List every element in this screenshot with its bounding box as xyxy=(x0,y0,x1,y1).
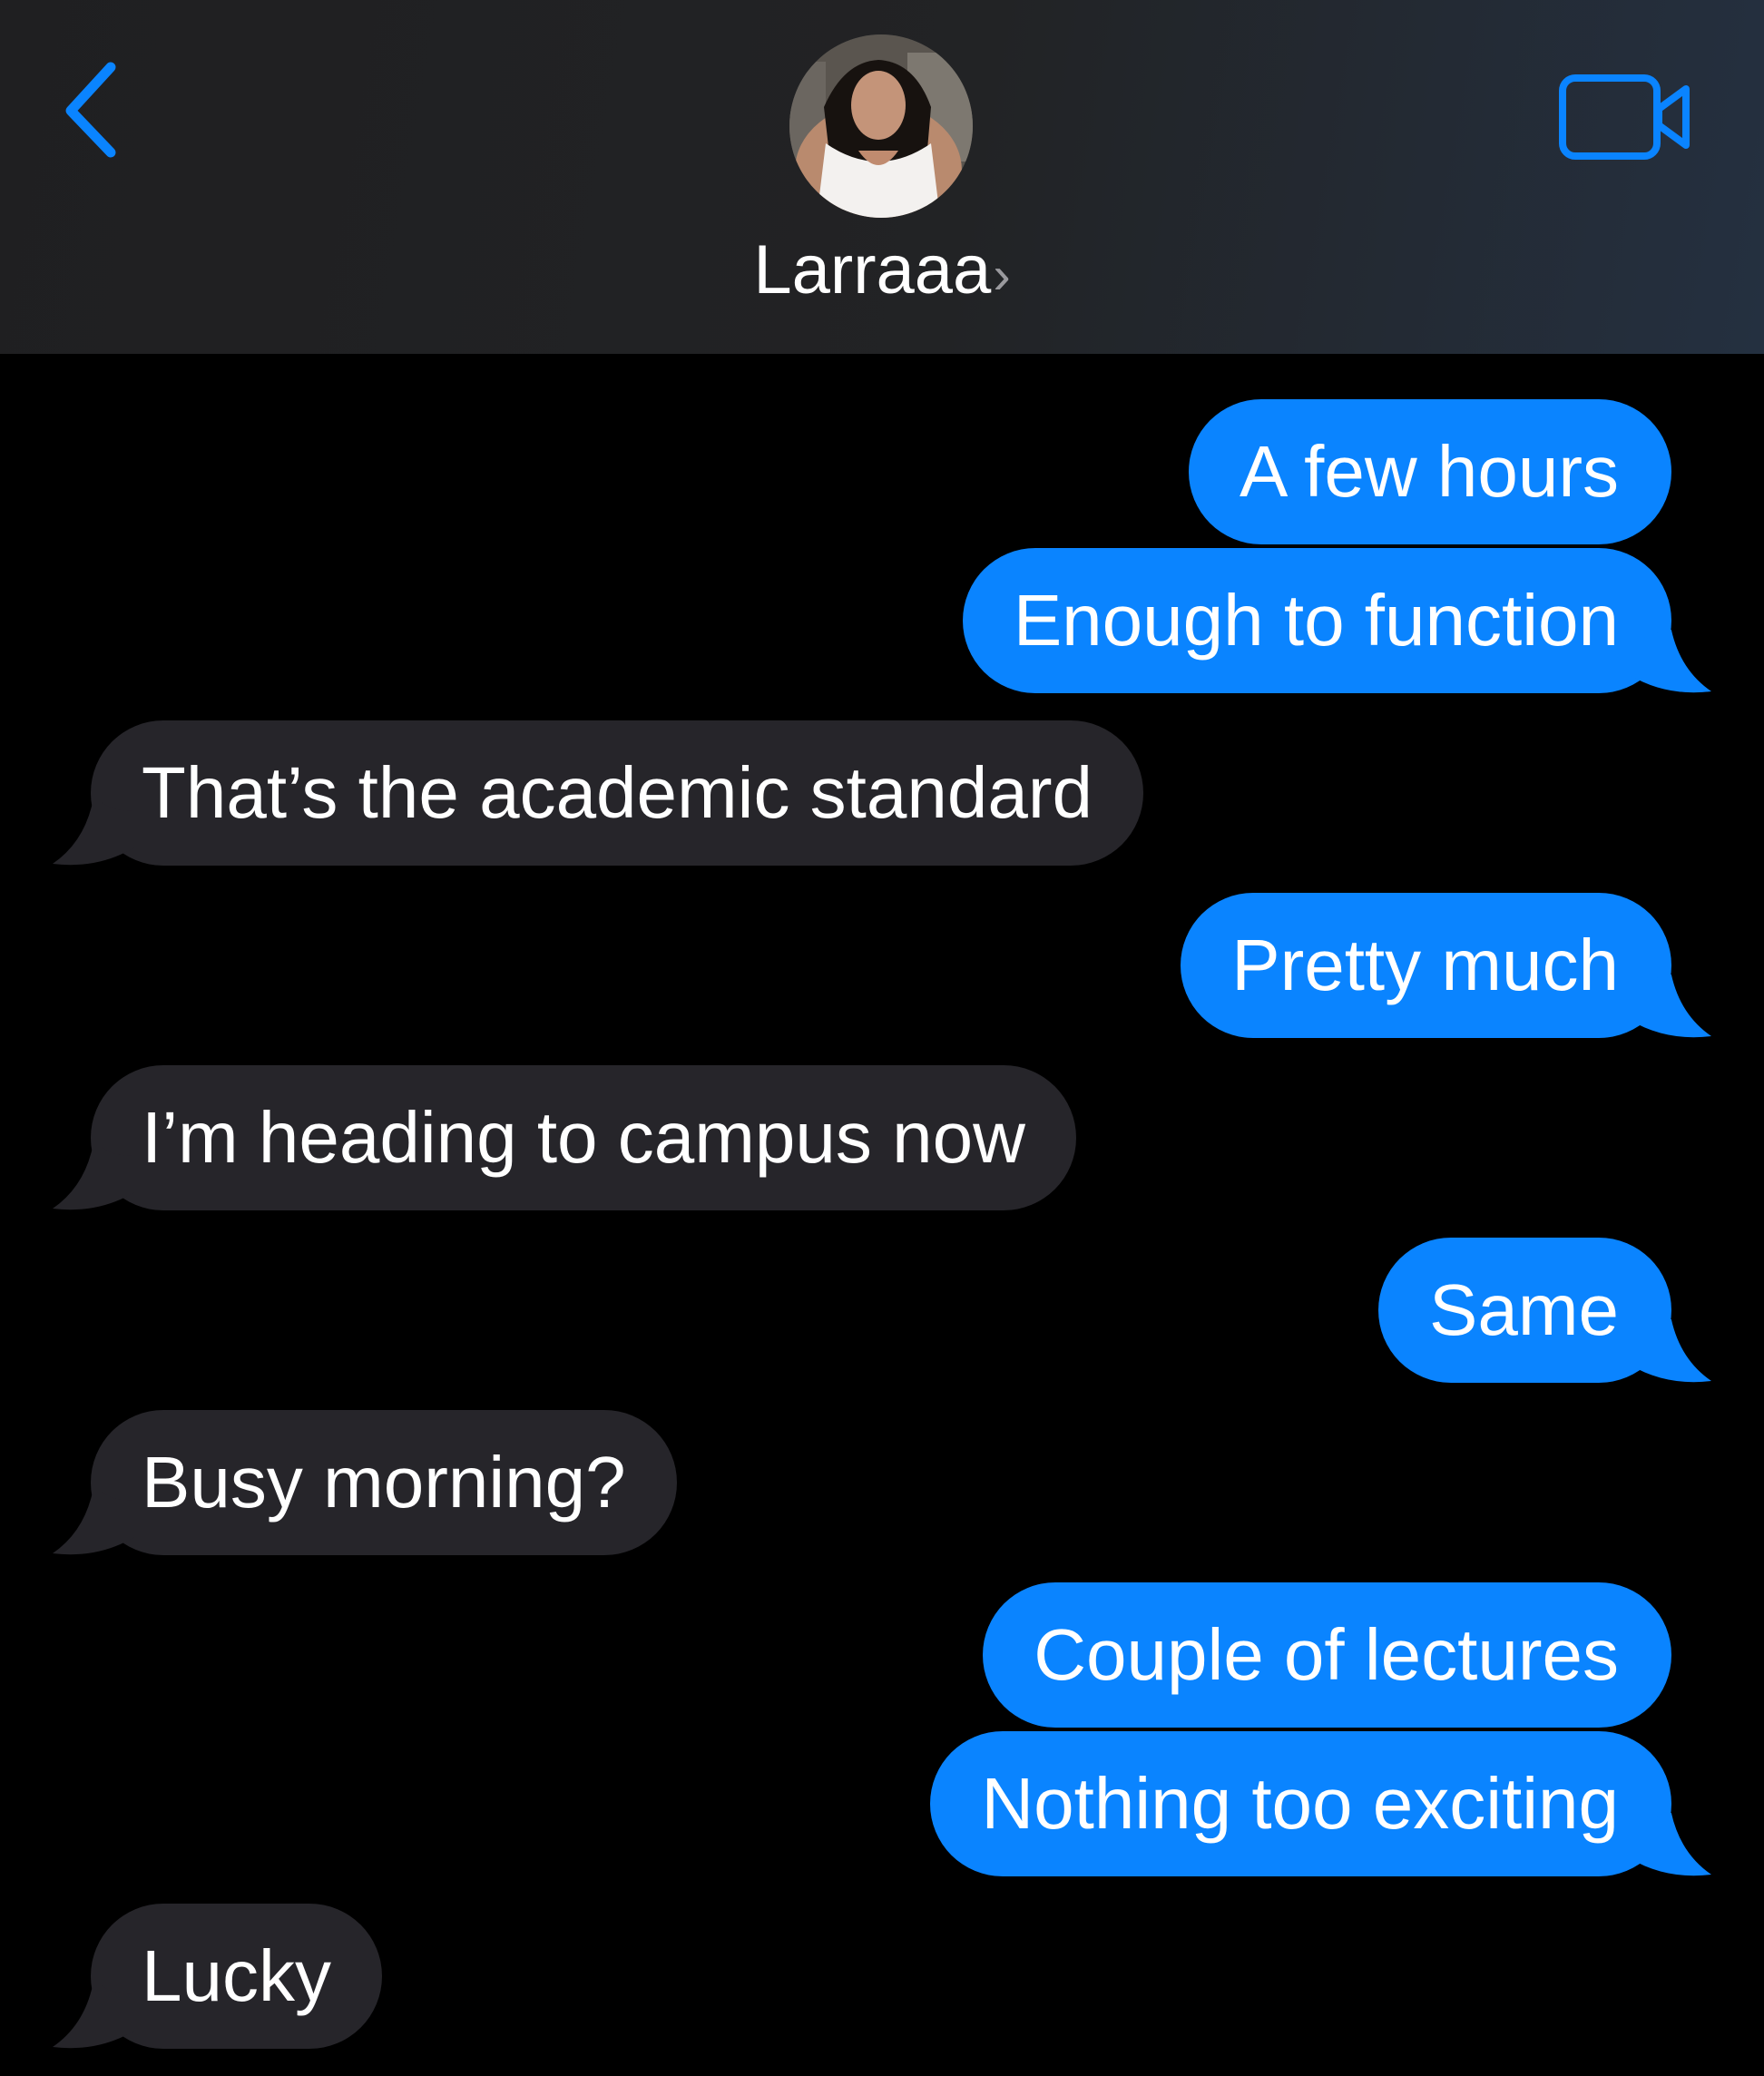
chevron-left-icon xyxy=(65,62,116,158)
message-text: Busy morning? xyxy=(142,1442,626,1523)
contact-name-text: Larraaa xyxy=(753,231,992,308)
message-bubble-received[interactable]: I’m heading to campus now xyxy=(91,1065,1076,1210)
facetime-video-button[interactable] xyxy=(1559,73,1695,163)
bubble-tail xyxy=(53,1147,134,1210)
message-bubble-sent[interactable]: Same xyxy=(1378,1238,1671,1383)
bubble-tail xyxy=(1630,974,1711,1038)
bubble-tail xyxy=(53,802,134,866)
message-bubble-sent[interactable]: Pretty much xyxy=(1181,893,1671,1038)
message-text: Pretty much xyxy=(1231,925,1619,1005)
message-thread[interactable]: A few hours Enough to function That’s th… xyxy=(0,354,1764,2076)
bubble-tail xyxy=(53,1985,134,2049)
message-text: Couple of lectures xyxy=(1034,1614,1619,1695)
message-bubble-received[interactable]: Lucky xyxy=(91,1904,382,2049)
message-bubble-sent[interactable]: A few hours xyxy=(1188,399,1671,544)
avatar-image xyxy=(789,34,973,218)
message-bubble-sent[interactable]: Enough to function xyxy=(962,548,1671,693)
message-text: Enough to function xyxy=(1013,580,1619,661)
message-text: A few hours xyxy=(1239,431,1619,512)
bubble-tail xyxy=(1630,630,1711,693)
message-bubble-sent[interactable]: Couple of lectures xyxy=(983,1582,1671,1728)
contact-name[interactable]: Larraaa› xyxy=(0,225,1764,321)
message-text: Nothing too exciting xyxy=(981,1763,1619,1844)
chevron-right-icon: › xyxy=(993,246,1011,305)
back-button[interactable] xyxy=(54,54,127,163)
message-bubble-received[interactable]: That’s the academic standard xyxy=(91,720,1144,866)
message-bubble-received[interactable]: Busy morning? xyxy=(91,1410,677,1555)
message-text: I’m heading to campus now xyxy=(142,1097,1025,1178)
message-text: Lucky xyxy=(142,1935,331,2016)
bubble-tail xyxy=(53,1492,134,1555)
contact-avatar[interactable] xyxy=(789,34,973,218)
conversation-header: Larraaa› xyxy=(0,0,1764,354)
bubble-tail xyxy=(1630,1319,1711,1383)
message-bubble-sent[interactable]: Nothing too exciting xyxy=(930,1731,1671,1876)
video-camera-icon xyxy=(1559,74,1690,160)
message-text: That’s the academic standard xyxy=(142,752,1093,833)
bubble-tail xyxy=(1630,1813,1711,1876)
message-text: Same xyxy=(1429,1269,1619,1350)
